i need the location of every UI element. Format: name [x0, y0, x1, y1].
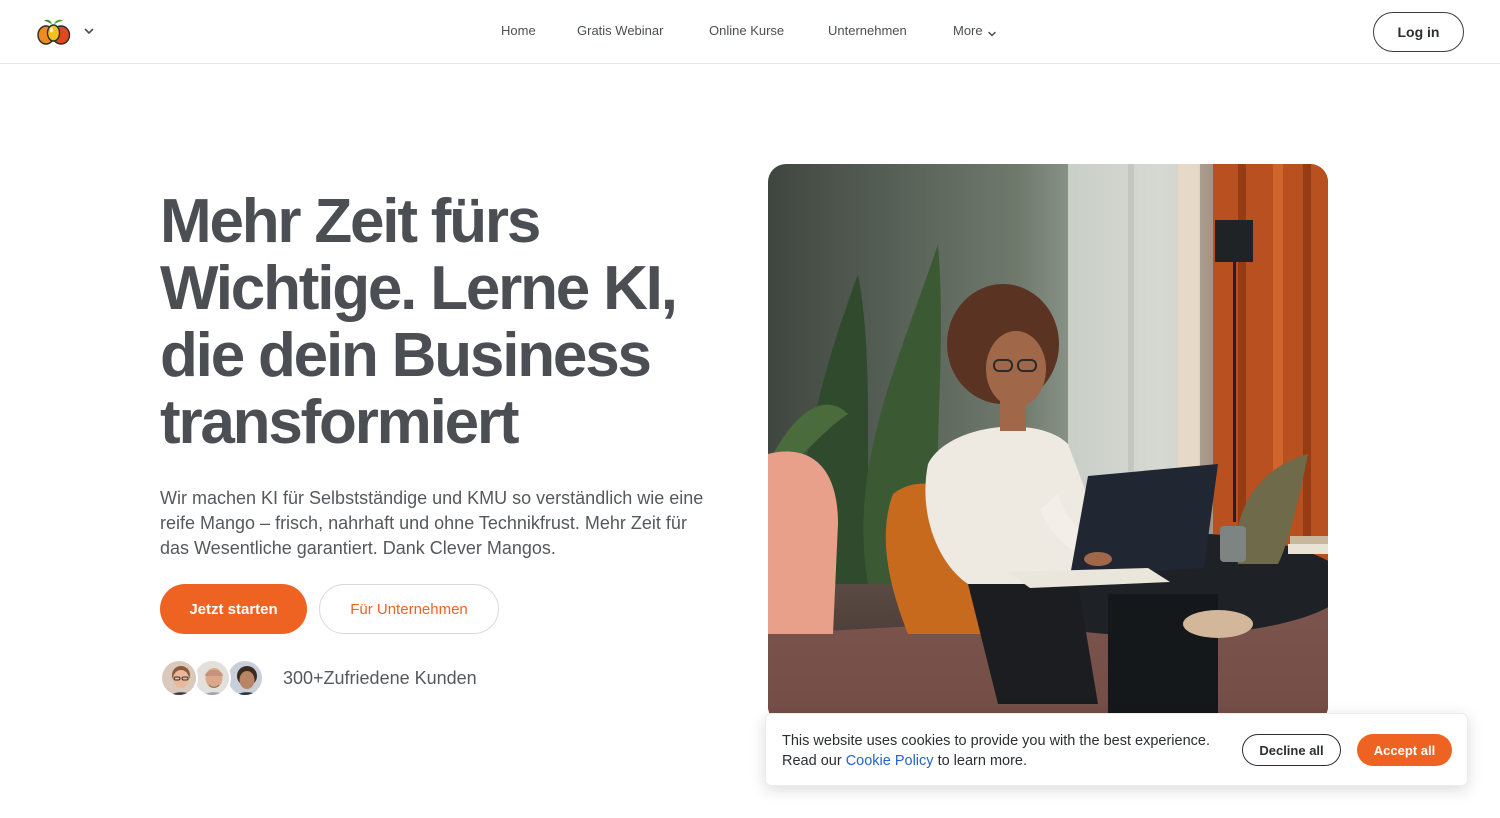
- avatar: [193, 659, 231, 697]
- accept-all-button[interactable]: Accept all: [1357, 734, 1452, 766]
- cookie-consent-banner: This website uses cookies to provide you…: [765, 713, 1468, 786]
- chevron-down-icon: [987, 27, 997, 37]
- cookie-message-line1: This website uses cookies to provide you…: [782, 733, 1210, 749]
- customer-avatars: [160, 659, 270, 697]
- site-header: Home Gratis Webinar Online Kurse Unterne…: [0, 0, 1500, 64]
- nav-item-unternehmen[interactable]: Unternehmen: [828, 23, 907, 38]
- hero-subtitle: Wir machen KI für Selbstständige und KMU…: [160, 488, 704, 558]
- avatar: [160, 659, 198, 697]
- nav-item-home[interactable]: Home: [501, 23, 536, 38]
- woman-working-on-laptop-photo: [768, 164, 1328, 724]
- login-button[interactable]: Log in: [1373, 12, 1464, 52]
- decline-all-button[interactable]: Decline all: [1242, 734, 1341, 766]
- nav-item-gratis-webinar[interactable]: Gratis Webinar: [577, 23, 663, 38]
- nav-item-more-label: More: [953, 23, 983, 38]
- cookie-message-post-link: to learn more.: [937, 753, 1028, 769]
- cookie-policy-link[interactable]: Cookie Policy: [846, 753, 934, 769]
- nav-item-online-kurse[interactable]: Online Kurse: [709, 23, 784, 38]
- avatar: [226, 659, 264, 697]
- cookie-message: This website uses cookies to provide you…: [782, 731, 1242, 771]
- hero-title: Mehr Zeit fürs Wichtige. Lerne KI, die d…: [160, 187, 678, 457]
- satisfied-customers-text: 300+Zufriedene Kunden: [283, 668, 477, 688]
- nav-item-more[interactable]: More: [953, 23, 997, 38]
- cookie-message-pre-link: Read our: [782, 753, 842, 769]
- for-companies-button[interactable]: Für Unternehmen: [319, 584, 499, 634]
- main-navigation: Home Gratis Webinar Online Kurse Unterne…: [0, 0, 1500, 64]
- start-now-button[interactable]: Jetzt starten: [160, 584, 307, 634]
